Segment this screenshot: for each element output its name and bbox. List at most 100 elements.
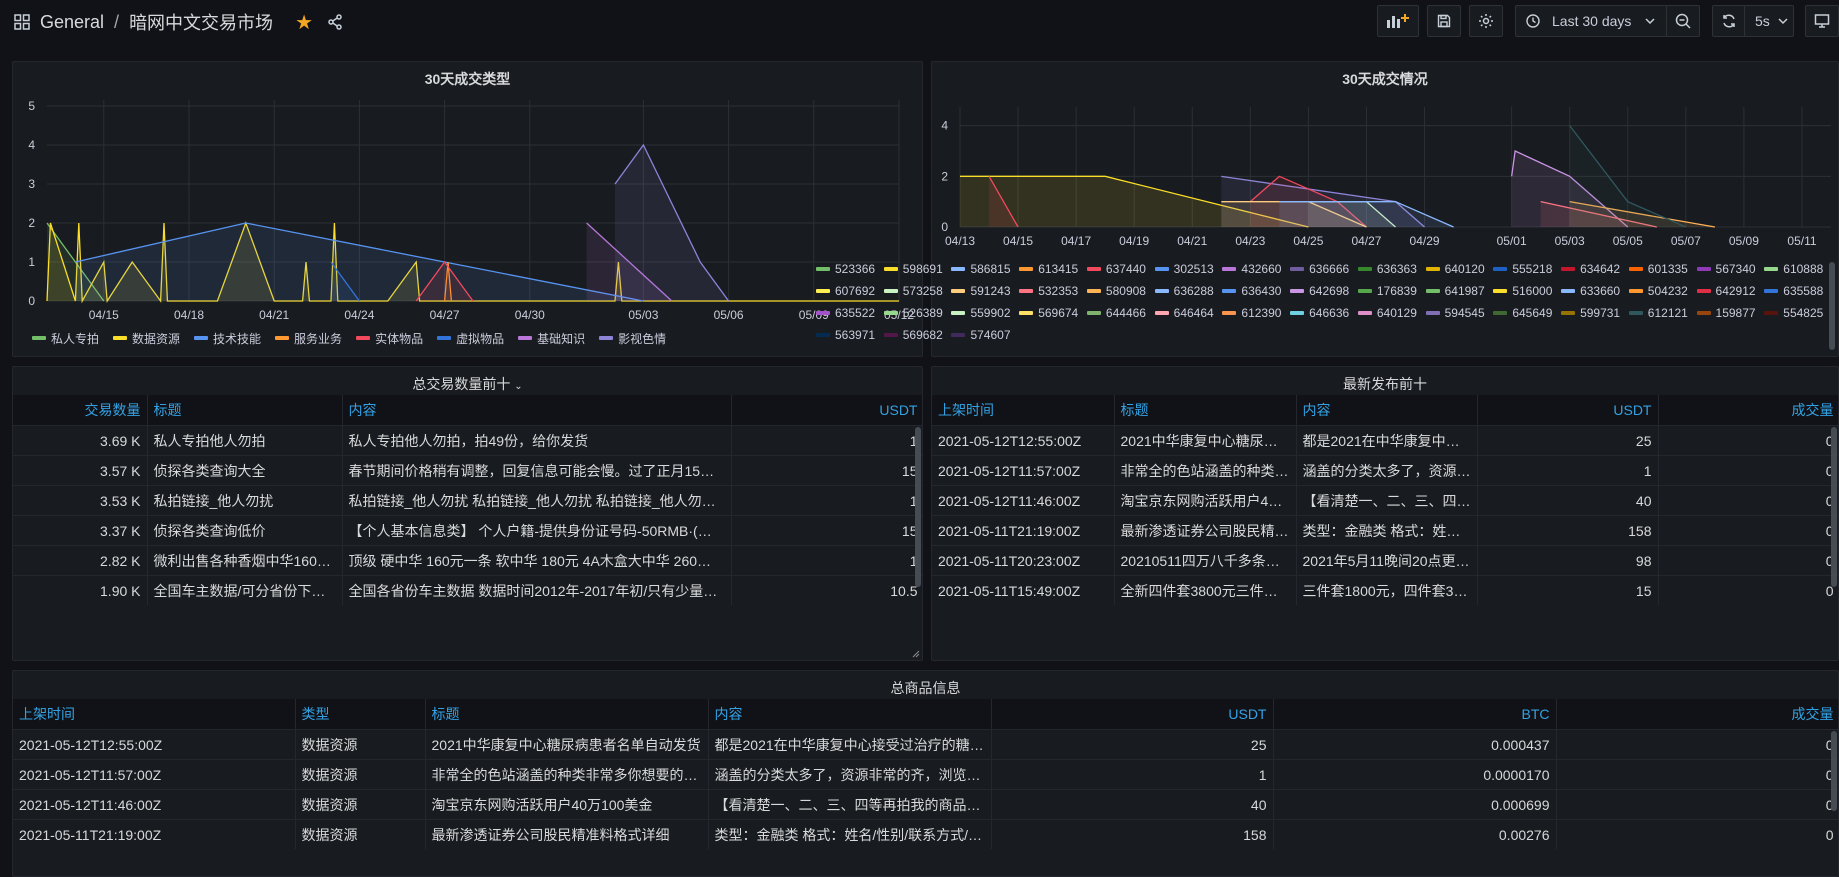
legend-item[interactable]: 实体物品 — [356, 328, 423, 348]
table-row[interactable]: 3.37 K 侦探各类查询低价 【个人基本信息类】 个人户籍-提供身份证号码-50R… — [13, 515, 922, 546]
legend-item[interactable]: 646636 — [1290, 303, 1358, 323]
legend-item[interactable]: 技术技能 — [194, 328, 261, 348]
column-header[interactable]: 标题 — [1114, 395, 1297, 426]
table-row[interactable]: 2021-05-12T11:57:00Z 非常全的色站涵盖的种类… 涵盖的分类太多了… — [932, 455, 1838, 486]
table-scrollbar[interactable] — [915, 427, 921, 587]
legend-item[interactable]: 159877 — [1696, 303, 1765, 323]
legend-item[interactable]: 432660 — [1222, 259, 1290, 279]
column-header[interactable]: 成交量 — [1556, 699, 1838, 730]
legend-item[interactable]: 504232 — [1628, 281, 1697, 301]
table-row[interactable]: 2021-05-12T11:57:00Z 数据资源 非常全的色站涵盖的种类非常多你想… — [13, 759, 1838, 790]
legend-item[interactable]: 646464 — [1154, 303, 1223, 323]
legend-item[interactable]: 607692 — [816, 281, 884, 301]
legend-item[interactable]: 642698 — [1290, 281, 1358, 301]
legend-item[interactable]: 559902 — [951, 303, 1019, 323]
column-header[interactable]: 交易数量 — [13, 395, 148, 426]
table-row[interactable]: 3.53 K 私拍链接_他人勿扰 私拍链接_他人勿扰 私拍链接_他人勿扰 私拍链接_… — [13, 485, 922, 516]
column-header[interactable]: 标题 — [147, 395, 343, 426]
legend-item[interactable]: 637440 — [1086, 259, 1155, 279]
legend-item[interactable]: 635588 — [1764, 281, 1832, 301]
legend-item[interactable]: 612390 — [1222, 303, 1290, 323]
column-header[interactable]: USDT — [731, 395, 922, 426]
legend-item[interactable]: 645649 — [1493, 303, 1561, 323]
legend-item[interactable]: 636363 — [1357, 259, 1426, 279]
legend-item[interactable]: 554825 — [1764, 303, 1832, 323]
table-row[interactable]: 2021-05-12T11:46:00Z 数据资源 淘宝京东网购活跃用户40万100… — [13, 789, 1838, 820]
resize-handle-icon[interactable] — [912, 650, 920, 658]
column-header[interactable]: 上架时间 — [13, 699, 296, 730]
dashboard-title[interactable]: 暗网中文交易市场 — [129, 9, 273, 35]
column-header[interactable]: USDT — [1477, 395, 1659, 426]
legend-item[interactable]: 567340 — [1696, 259, 1765, 279]
legend-item[interactable]: 526389 — [883, 303, 952, 323]
table-scrollbar[interactable] — [1831, 427, 1837, 587]
table-row[interactable]: 2021-05-11T21:19:00Z 最新渗透证券公司股民精… 类型：金融类 格… — [932, 515, 1838, 546]
column-header[interactable]: 标题 — [425, 699, 709, 730]
column-header[interactable]: 内容 — [1296, 395, 1478, 426]
legend-item[interactable]: 636430 — [1222, 281, 1290, 301]
breadcrumb-folder[interactable]: General — [40, 12, 104, 33]
deal-types-chart[interactable]: 0 1 2 3 4 5 04/15 04/18 04/21 04/24 04/27 04/30 05/0… — [12, 61, 923, 357]
legend-item[interactable]: 服务业务 — [275, 328, 342, 348]
panel-title[interactable]: 总交易数量前十 ⌄ — [13, 374, 922, 394]
legend-item[interactable]: 基础知识 — [518, 328, 585, 348]
legend-item[interactable]: 176839 — [1357, 281, 1426, 301]
legend-item[interactable]: 599731 — [1561, 303, 1629, 323]
refresh-interval-picker[interactable]: 5s — [1744, 5, 1794, 37]
legend-item[interactable]: 532353 — [1019, 281, 1087, 301]
legend-item[interactable]: 635522 — [816, 303, 884, 323]
legend-item[interactable]: 640120 — [1425, 259, 1494, 279]
column-header[interactable]: 类型 — [295, 699, 426, 730]
legend-item[interactable]: 数据资源 — [113, 328, 180, 348]
table-row[interactable]: 2021-05-12T12:55:00Z 2021中华康复中心糖尿病… 都是2021… — [932, 425, 1838, 456]
panel-title[interactable]: 总商品信息 — [13, 678, 1838, 698]
legend-item[interactable]: 644466 — [1086, 303, 1155, 323]
legend-item[interactable]: 302513 — [1154, 259, 1223, 279]
table-row[interactable]: 3.57 K 侦探各类查询大全 春节期间价格稍有调整，回复信息可能会慢。过了正月15… — [13, 455, 922, 486]
star-icon[interactable]: ★ — [295, 10, 313, 35]
legend-item[interactable]: 642912 — [1696, 281, 1765, 301]
legend-item[interactable]: 634642 — [1561, 259, 1629, 279]
legend-item[interactable]: 594545 — [1425, 303, 1494, 323]
table-row[interactable]: 2021-05-11T21:19:00Z 数据资源 最新渗透证券公司股民精准料格式详… — [13, 819, 1838, 849]
column-header[interactable]: USDT — [991, 699, 1274, 730]
legend-item[interactable]: 613415 — [1019, 259, 1087, 279]
table-row[interactable]: 3.69 K 私人专拍他人勿拍 私人专拍他人勿拍，拍49份，给你发货 1 — [13, 425, 922, 456]
legend-item[interactable]: 574607 — [951, 325, 1019, 345]
legend-item[interactable]: 569674 — [1019, 303, 1087, 323]
table-row[interactable]: 2021-05-11T20:23:00Z 20210511四万八千多条… 2021年… — [932, 545, 1838, 576]
legend-item[interactable]: 598691 — [883, 259, 952, 279]
legend-item[interactable]: 516000 — [1493, 281, 1561, 301]
legend-item[interactable]: 555218 — [1493, 259, 1561, 279]
table-row[interactable]: 2.82 K 微利出售各种香烟中华160… 顶级 硬中华 160元一条 软中华 18… — [13, 545, 922, 576]
legend-item[interactable]: 591243 — [951, 281, 1019, 301]
table-row[interactable]: 2021-05-12T11:46:00Z 淘宝京东网购活跃用户40… 【看清楚一、二… — [932, 485, 1838, 516]
column-header[interactable]: 上架时间 — [932, 395, 1115, 426]
share-icon[interactable] — [327, 14, 343, 30]
legend-item[interactable]: 610888 — [1764, 259, 1832, 279]
legend-item[interactable]: 640129 — [1357, 303, 1426, 323]
legend-item[interactable]: 569682 — [883, 325, 952, 345]
column-header[interactable]: BTC — [1273, 699, 1557, 730]
legend-item[interactable]: 影视色情 — [599, 328, 666, 348]
legend-item[interactable]: 586815 — [951, 259, 1019, 279]
tv-mode-button[interactable] — [1805, 5, 1839, 37]
legend-scrollbar[interactable] — [1829, 262, 1835, 350]
panel-title[interactable]: 最新发布前十 — [932, 374, 1838, 394]
table-row[interactable]: 2021-05-11T15:49:00Z 全新四件套3800元三件套… 三件套180… — [932, 575, 1838, 605]
legend-item[interactable]: 636288 — [1154, 281, 1223, 301]
legend-item[interactable]: 633660 — [1561, 281, 1629, 301]
save-dashboard-button[interactable] — [1427, 5, 1461, 37]
zoom-out-button[interactable] — [1666, 5, 1700, 37]
legend-item[interactable]: 641987 — [1425, 281, 1494, 301]
column-header[interactable]: 成交量 — [1658, 395, 1838, 426]
time-range-picker[interactable]: Last 30 days — [1515, 5, 1668, 37]
table-scrollbar[interactable] — [1831, 731, 1837, 811]
legend-item[interactable]: 563971 — [816, 325, 884, 345]
legend-item[interactable]: 虚拟物品 — [437, 328, 504, 348]
legend-item[interactable]: 601335 — [1628, 259, 1697, 279]
legend-item[interactable]: 636666 — [1290, 259, 1358, 279]
legend-item[interactable]: 580908 — [1086, 281, 1155, 301]
add-panel-button[interactable] — [1377, 5, 1419, 37]
legend-item[interactable]: 523366 — [816, 259, 884, 279]
